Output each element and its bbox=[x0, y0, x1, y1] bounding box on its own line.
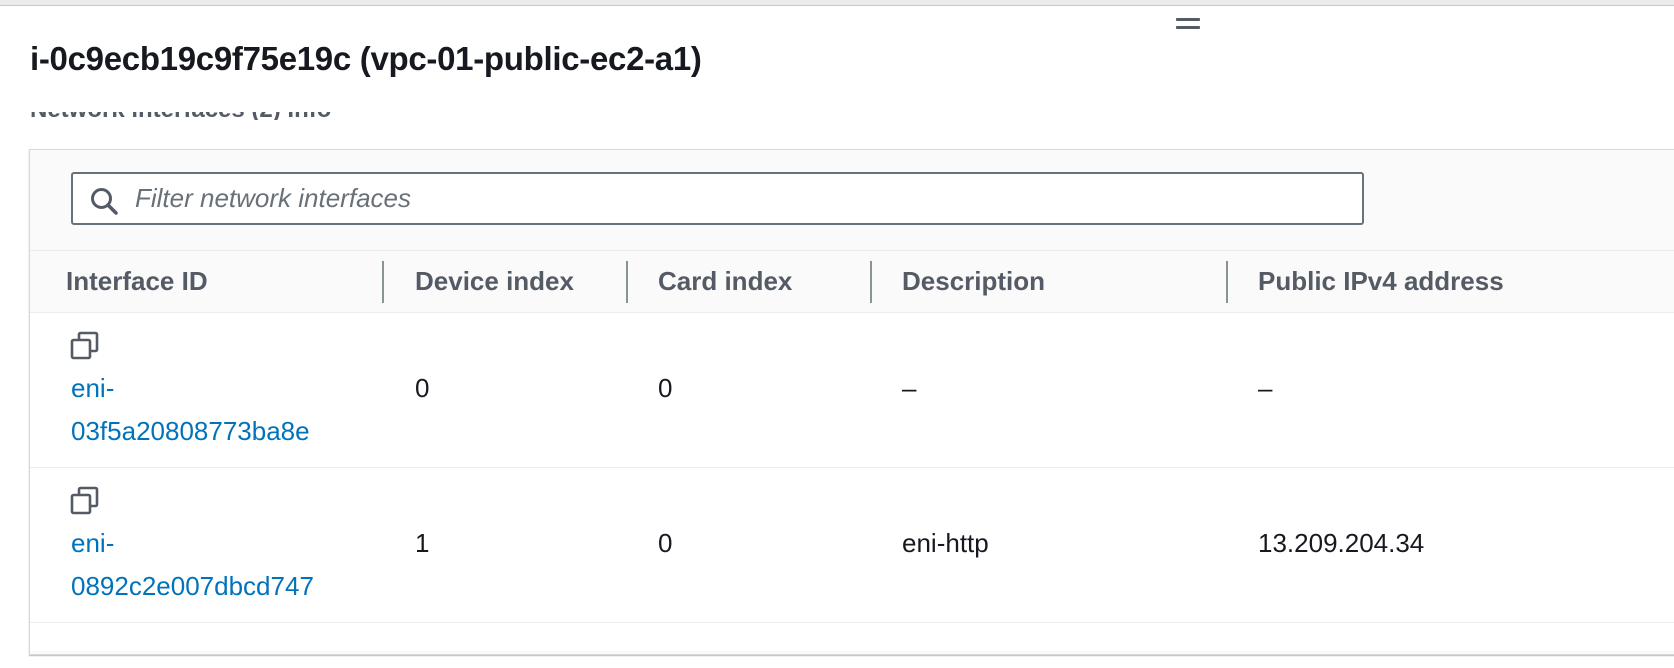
table-footer bbox=[30, 623, 1674, 651]
description-cell: eni-http bbox=[902, 528, 989, 558]
column-divider[interactable] bbox=[382, 261, 384, 303]
filter-row bbox=[30, 150, 1674, 250]
column-header-interface-id[interactable]: Interface ID bbox=[66, 251, 208, 312]
top-border bbox=[0, 0, 1674, 6]
column-divider[interactable] bbox=[1226, 261, 1228, 303]
column-divider[interactable] bbox=[626, 261, 628, 303]
interfaces-table: Interface ID Device index Card index Des… bbox=[30, 250, 1674, 651]
public-ipv4-cell: – bbox=[1258, 373, 1273, 403]
description-cell: – bbox=[902, 373, 917, 403]
search-input[interactable] bbox=[135, 174, 1335, 223]
network-interfaces-panel: Interface ID Device index Card index Des… bbox=[29, 149, 1674, 655]
table-header: Interface ID Device index Card index Des… bbox=[30, 250, 1674, 313]
section-heading-clipped: Network interfaces (2) Info bbox=[30, 112, 530, 120]
column-header-description[interactable]: Description bbox=[902, 251, 1045, 312]
card-index-cell: 0 bbox=[658, 373, 673, 403]
drag-handle-icon[interactable] bbox=[1176, 18, 1200, 32]
table-row: eni- 03f5a20808773ba8e 0 0 – – bbox=[30, 313, 1674, 468]
column-header-public-ipv4[interactable]: Public IPv4 address bbox=[1258, 251, 1504, 312]
table-row: eni- 0892c2e007dbcd747 1 0 eni-http 13.2… bbox=[30, 468, 1674, 623]
copy-icon[interactable] bbox=[68, 329, 102, 363]
card-index-cell: 0 bbox=[658, 528, 673, 558]
page-title: i-0c9ecb19c9f75e19c (vpc-01-public-ec2-a… bbox=[30, 40, 702, 77]
column-header-device-index[interactable]: Device index bbox=[415, 251, 574, 312]
public-ipv4-cell[interactable]: 13.209.204.34 bbox=[1258, 528, 1424, 559]
copy-icon[interactable] bbox=[68, 484, 102, 518]
column-header-card-index[interactable]: Card index bbox=[658, 251, 792, 312]
interface-id-link[interactable]: eni- 0892c2e007dbcd747 bbox=[71, 522, 314, 608]
interface-id-link[interactable]: eni- 03f5a20808773ba8e bbox=[71, 367, 310, 453]
device-index-cell: 1 bbox=[415, 528, 430, 558]
device-index-cell: 0 bbox=[415, 373, 430, 403]
search-icon bbox=[91, 188, 118, 215]
search-box[interactable] bbox=[71, 172, 1364, 225]
column-divider[interactable] bbox=[870, 261, 872, 303]
